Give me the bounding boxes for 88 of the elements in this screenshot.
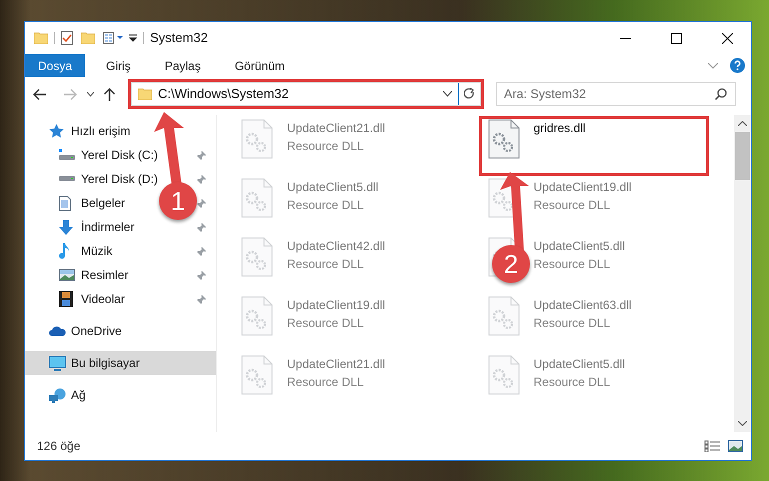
file-type: Resource DLL (534, 197, 612, 214)
sidebar-item[interactable]: Belgeler (57, 191, 128, 215)
up-arrow-icon[interactable] (104, 88, 115, 100)
gear-file-icon (488, 355, 520, 395)
file-name[interactable]: UpdateClient21.dll (287, 119, 386, 137)
music-note-icon (59, 243, 69, 259)
monitor-icon (49, 356, 66, 370)
pin-icon (197, 174, 206, 184)
file-name[interactable]: UpdateClient19.dll (534, 178, 632, 196)
gear-file-icon (241, 296, 273, 336)
recent-caret-icon[interactable] (87, 92, 94, 96)
sidebar-item[interactable]: Ağ (25, 383, 216, 407)
ribbon-tab[interactable]: Görünüm (222, 54, 298, 77)
sidebar-item[interactable]: Bu bilgisayar (25, 351, 216, 375)
refresh-icon[interactable] (464, 88, 475, 100)
properties-icon[interactable] (103, 32, 125, 44)
window-title: System32 (150, 29, 208, 48)
maximize-icon[interactable] (671, 32, 682, 44)
gear-file-icon (488, 119, 520, 159)
globe-network-icon (49, 388, 66, 402)
file-name[interactable]: UpdateClient19.dll (287, 296, 386, 314)
star-icon (49, 124, 64, 138)
ribbon-tab[interactable]: Dosya (25, 54, 86, 77)
pin-icon (197, 222, 206, 232)
scrollbar-thumb[interactable] (735, 132, 750, 180)
folder-icon (138, 88, 152, 100)
drive-icon (59, 149, 75, 161)
scroll-up-icon[interactable] (738, 121, 747, 126)
pin-icon (197, 246, 206, 256)
document-icon (59, 196, 71, 210)
file-name[interactable]: UpdateClient42.dll (287, 237, 386, 255)
file-type: Resource DLL (534, 374, 612, 391)
file-name[interactable]: UpdateClient5.dll (534, 355, 625, 373)
address-field[interactable]: C:\Windows\System32 (131, 82, 481, 106)
gear-file-icon (241, 237, 273, 277)
sidebar-item[interactable]: Hızlı erişim (25, 119, 216, 143)
film-strip-icon (59, 291, 73, 307)
help-icon[interactable] (730, 58, 745, 73)
pin-icon (197, 270, 206, 280)
file-type: Resource DLL (534, 315, 612, 332)
file-name[interactable]: UpdateClient63.dll (534, 296, 632, 314)
search-icon (715, 88, 727, 100)
cloud-icon (49, 326, 66, 336)
chevron-down-icon[interactable] (708, 62, 718, 68)
pin-icon (197, 150, 206, 160)
sidebar-item[interactable]: Yerel Disk (D:) (57, 167, 160, 191)
pin-icon (197, 294, 206, 304)
file-type: Resource DLL (287, 197, 365, 214)
gear-file-icon (241, 355, 273, 395)
sidebar-item[interactable]: İndirmeler (57, 215, 136, 239)
gear-file-icon (488, 296, 520, 336)
scroll-down-icon[interactable] (738, 421, 747, 426)
sidebar-item[interactable]: Resimler (57, 263, 130, 287)
file-name[interactable]: UpdateClient5.dll (287, 178, 378, 196)
search-box[interactable]: Ara: System32 (496, 82, 736, 106)
download-arrow-icon (59, 220, 73, 234)
folder-icon (34, 32, 48, 44)
ribbon-tab[interactable]: Giriş (93, 54, 144, 77)
file-type: Resource DLL (287, 315, 365, 332)
back-arrow-icon[interactable] (33, 88, 46, 100)
vertical-scrollbar[interactable] (734, 115, 751, 432)
address-path: C:\Windows\System32 (158, 85, 289, 104)
sidebar-item[interactable]: Müzik (57, 239, 114, 263)
search-field[interactable]: Ara: System32 (504, 84, 715, 104)
dropdown-caret-icon[interactable] (443, 91, 452, 97)
sidebar-item[interactable]: Videolar (57, 287, 127, 311)
gear-file-icon (241, 178, 273, 218)
picture-icon (59, 269, 75, 281)
ribbon-tab[interactable]: Paylaş (152, 54, 214, 77)
sidebar-item[interactable]: Yerel Disk (C:) (57, 143, 160, 167)
close-icon[interactable] (722, 32, 733, 44)
new-folder-icon (81, 32, 95, 44)
details-view-icon[interactable] (704, 440, 720, 452)
file-name[interactable]: gridres.dll (534, 119, 586, 137)
gear-file-icon (241, 119, 273, 159)
pin-icon (197, 198, 206, 208)
file-type: Resource DLL (534, 256, 612, 273)
file-name[interactable]: UpdateClient5.dll (534, 237, 625, 255)
file-type: Resource DLL (287, 256, 365, 273)
item-count: 126 öğe (37, 438, 80, 455)
sidebar-item[interactable]: OneDrive (25, 319, 216, 343)
file-type: Resource DLL (287, 138, 365, 155)
customize-caret-icon[interactable] (129, 34, 137, 42)
drive-icon (59, 176, 75, 182)
large-icons-view-icon[interactable] (728, 440, 743, 452)
checklist-icon[interactable] (61, 31, 73, 45)
file-name[interactable]: UpdateClient21.dll (287, 355, 386, 373)
file-type: Resource DLL (287, 374, 365, 391)
